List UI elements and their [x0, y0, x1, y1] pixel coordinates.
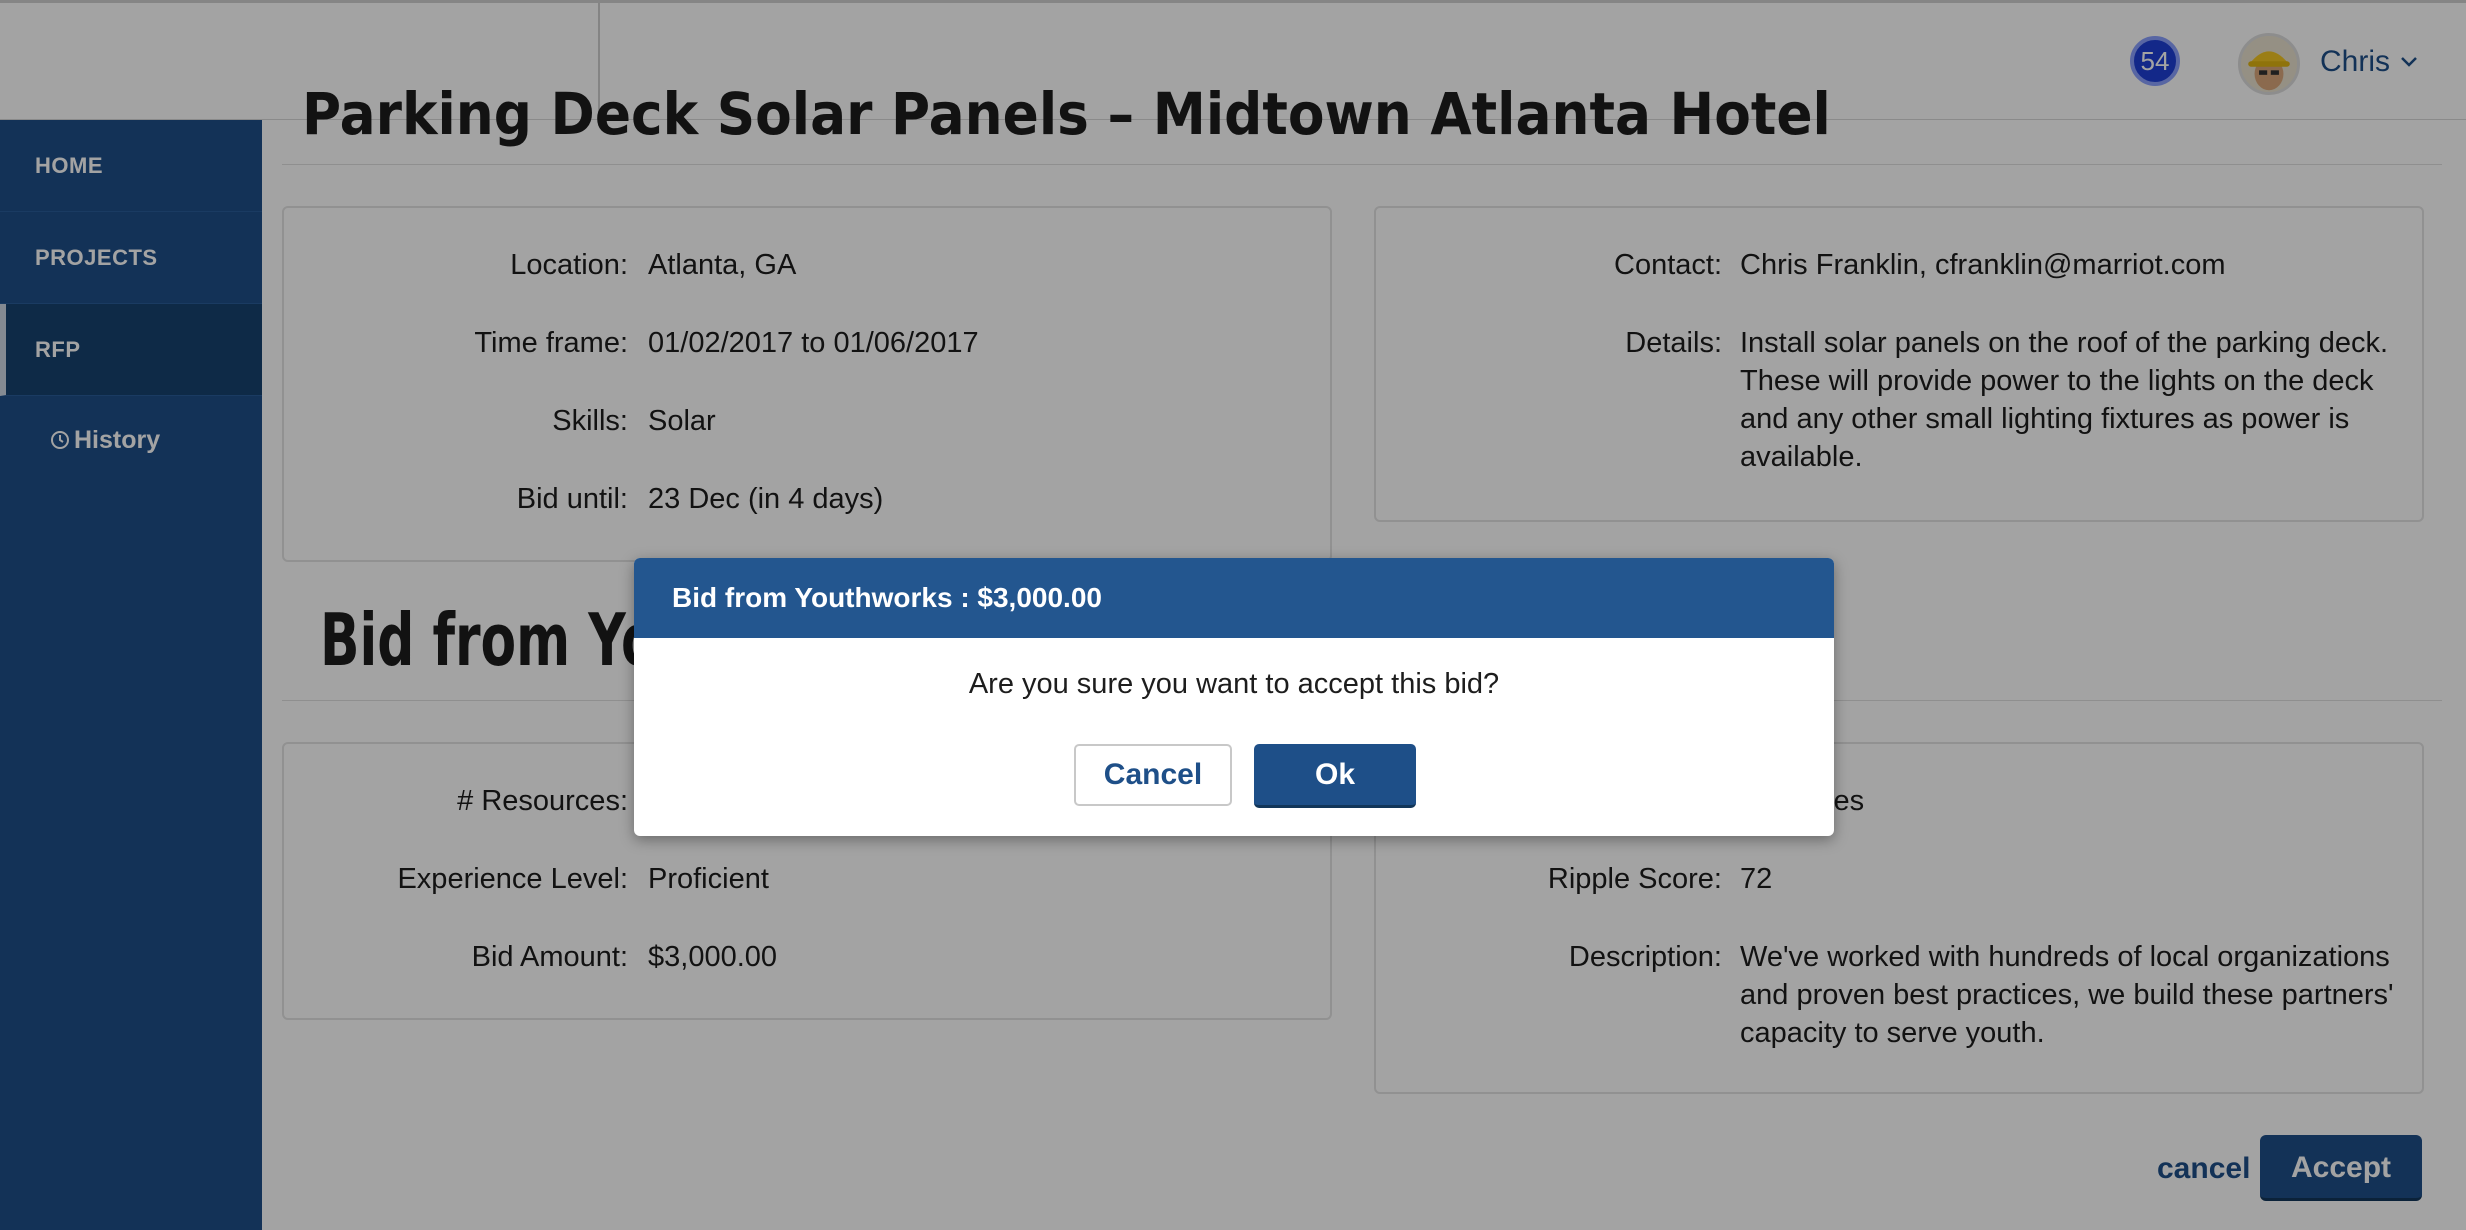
dialog-message: Are you sure you want to accept this bid…: [968, 668, 1500, 700]
dialog-title: Bid from Youthworks : $3,000.00: [634, 558, 1834, 638]
confirm-dialog: Bid from Youthworks : $3,000.00 Are you …: [634, 558, 1834, 836]
dialog-cancel-button[interactable]: Cancel: [1074, 744, 1232, 806]
dialog-ok-button[interactable]: Ok: [1254, 744, 1416, 808]
